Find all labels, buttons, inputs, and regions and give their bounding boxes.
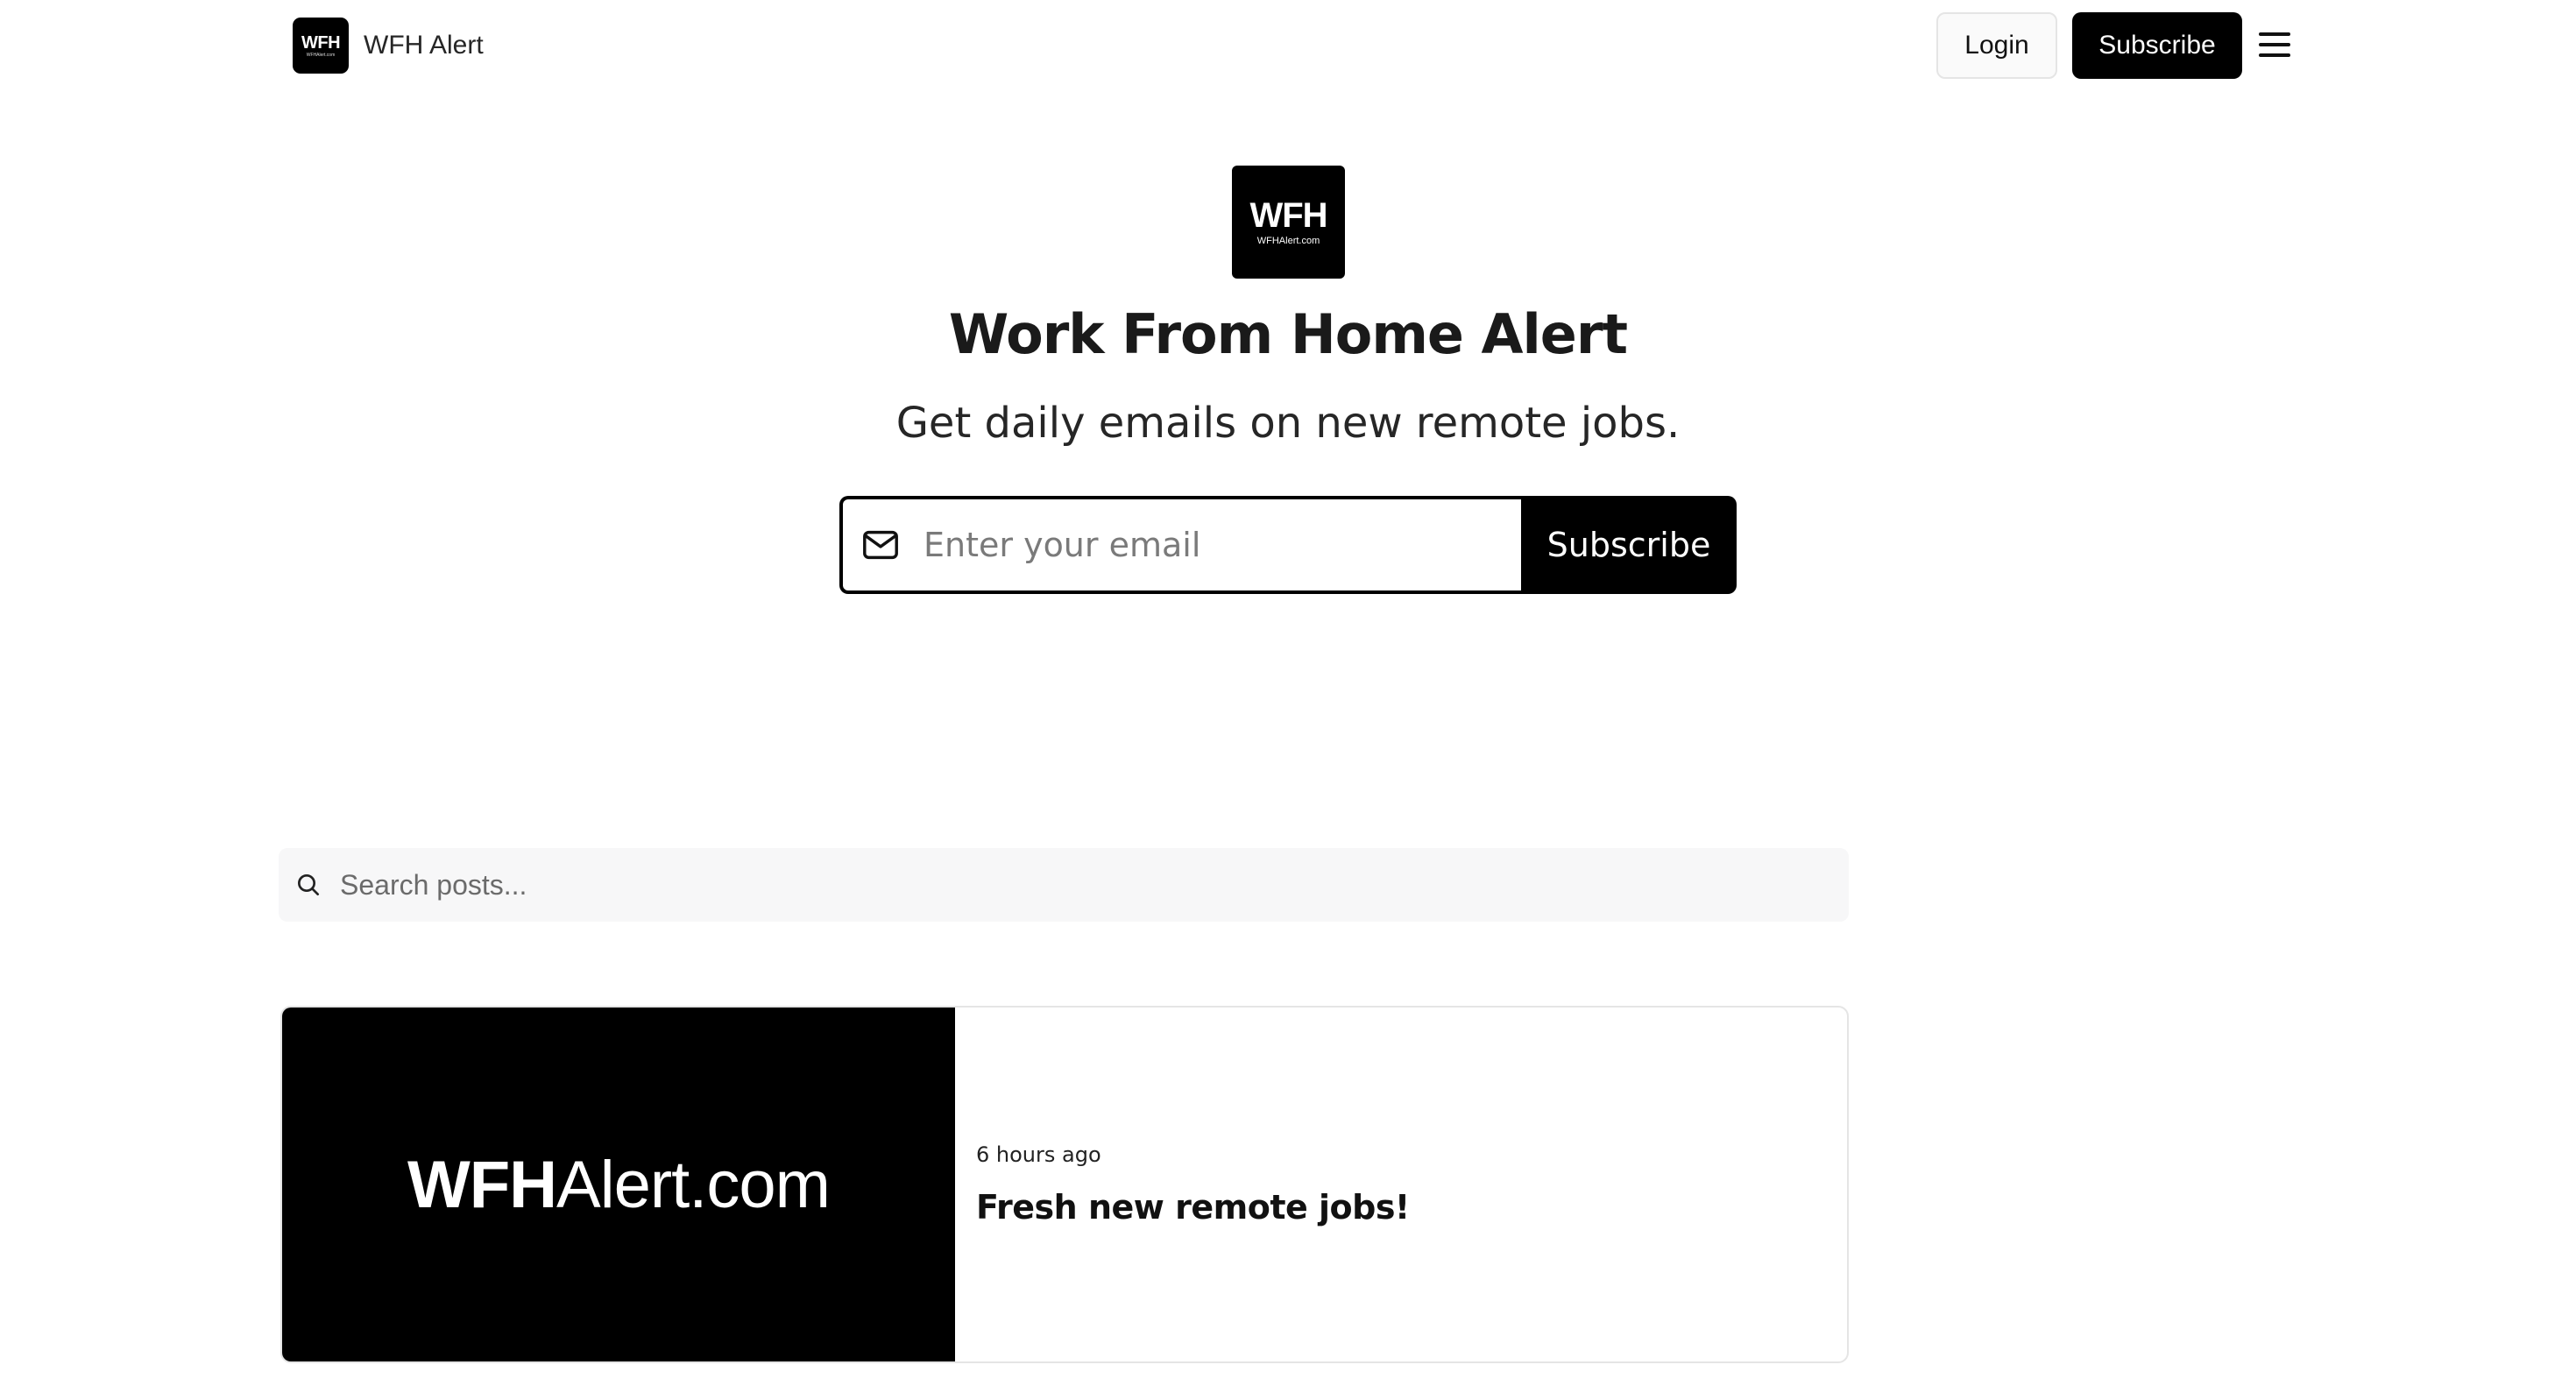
search-input[interactable] <box>340 863 1829 907</box>
menu-line <box>2259 32 2290 36</box>
post-card[interactable]: WFHAlert.com 6 hours ago Fresh new remot… <box>280 1006 1849 1363</box>
post-title[interactable]: Fresh new remote jobs! <box>976 1188 1847 1227</box>
thumbnail-logo-mark: WFH <box>407 1147 557 1222</box>
mail-icon <box>863 530 898 560</box>
hero-subtitle: Get daily emails on new remote jobs. <box>895 399 1681 448</box>
email-field-wrapper <box>839 496 1521 594</box>
search-icon <box>298 874 319 895</box>
menu-line <box>2259 43 2290 46</box>
thumbnail-logo-domain: Alert.com <box>556 1147 831 1222</box>
header-subscribe-button[interactable]: Subscribe <box>2072 12 2242 79</box>
hero-title: Work From Home Alert <box>948 302 1628 366</box>
search-bar <box>279 848 1849 922</box>
hero-logo: WFH WFHAlert.com <box>1232 166 1345 279</box>
hero-logo-mark: WFH <box>1249 196 1327 235</box>
menu-line <box>2259 53 2290 57</box>
email-input[interactable] <box>924 519 1502 571</box>
hero-logo-sub: WFHAlert.com <box>1256 236 1320 246</box>
subscribe-form: Subscribe <box>839 496 1737 594</box>
brand-logo-mark: WFH <box>301 32 341 53</box>
brand-logo-sub: WFHAlert.com <box>306 52 336 58</box>
page: WFH WFHAlert.com WFH Alert Login Subscri… <box>0 0 2576 1393</box>
hero-subscribe-button[interactable]: Subscribe <box>1521 496 1737 594</box>
post-body: 6 hours ago Fresh new remote jobs! <box>955 1008 1847 1361</box>
post-timestamp: 6 hours ago <box>976 1142 1101 1167</box>
hamburger-menu-icon[interactable] <box>2259 27 2294 62</box>
site-header: WFH WFHAlert.com WFH Alert Login Subscri… <box>0 0 2576 92</box>
brand-logo: WFH WFHAlert.com <box>293 18 349 74</box>
post-thumbnail-text: WFHAlert.com <box>407 1147 831 1223</box>
brand-link[interactable]: WFH WFHAlert.com WFH Alert <box>293 18 484 74</box>
brand-name: WFH Alert <box>364 31 484 60</box>
login-button[interactable]: Login <box>1936 12 2057 79</box>
post-thumbnail: WFHAlert.com <box>282 1008 955 1361</box>
